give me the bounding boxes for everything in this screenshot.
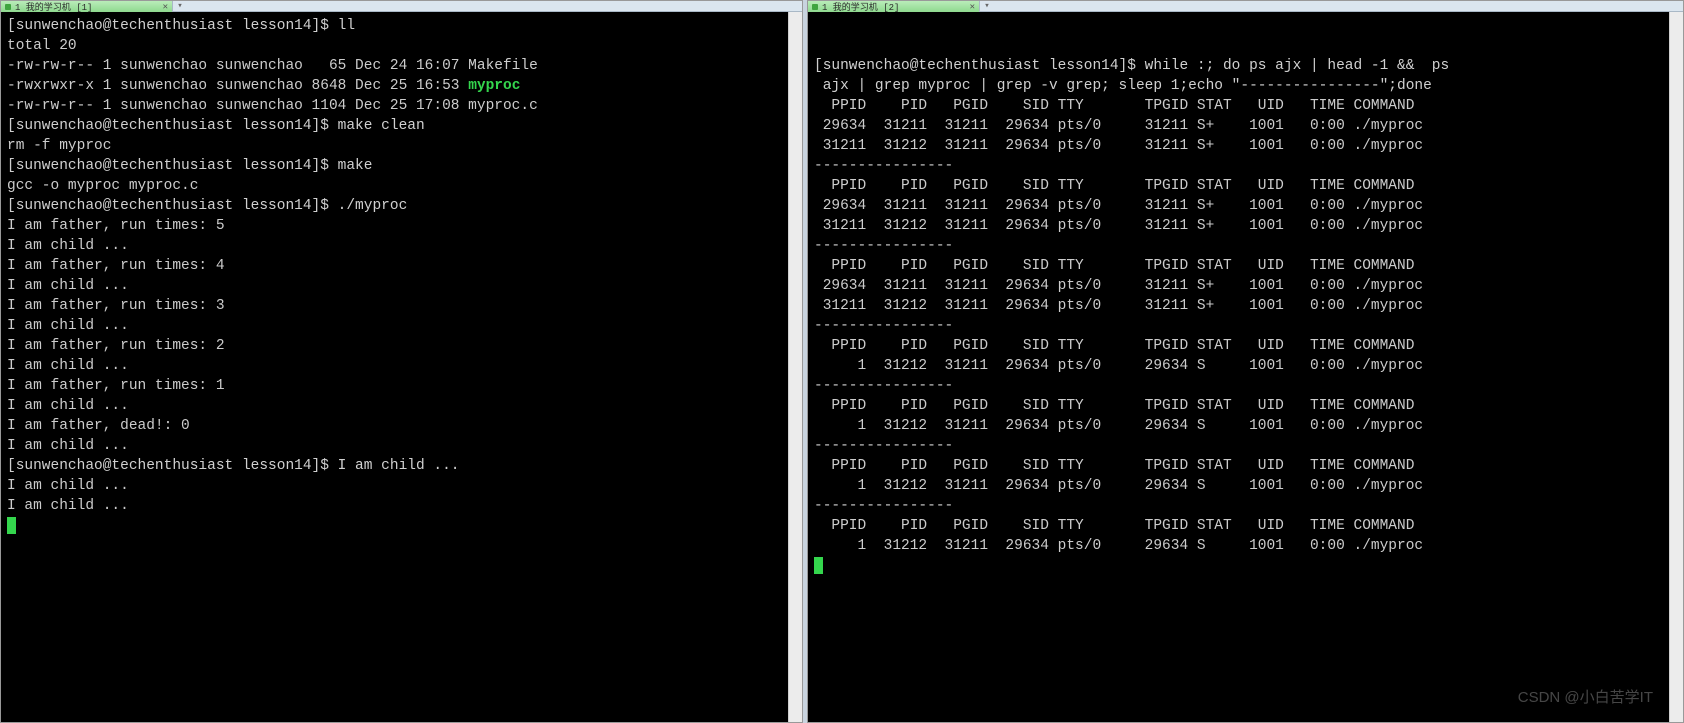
terminal-line: ---------------- bbox=[814, 236, 1663, 256]
terminal-line: ---------------- bbox=[814, 496, 1663, 516]
terminal-line: I am father, run times: 2 bbox=[7, 336, 782, 356]
desktop: 1 我的学习机 [1] ✕ ▾ [sunwenchao@techenthusia… bbox=[0, 0, 1684, 723]
titlebar-left: 1 我的学习机 [1] ✕ ▾ bbox=[1, 1, 802, 12]
watermark: CSDN @小白苦学IT bbox=[1518, 688, 1653, 708]
terminal-line: -rwxrwxr-x 1 sunwenchao sunwenchao 8648 … bbox=[7, 76, 782, 96]
terminal-line: I am father, run times: 3 bbox=[7, 296, 782, 316]
terminal-line: PPID PID PGID SID TTY TPGID STAT UID TIM… bbox=[814, 516, 1663, 536]
close-icon[interactable]: ✕ bbox=[163, 2, 168, 12]
terminal-right[interactable]: [sunwenchao@techenthusiast lesson14]$ wh… bbox=[808, 12, 1669, 722]
terminal-line: total 20 bbox=[7, 36, 782, 56]
terminal-line: 31211 31212 31211 29634 pts/0 31211 S+ 1… bbox=[814, 136, 1663, 156]
tab-left[interactable]: 1 我的学习机 [1] ✕ bbox=[1, 1, 173, 12]
terminal-left[interactable]: [sunwenchao@techenthusiast lesson14]$ ll… bbox=[1, 12, 788, 722]
terminal-line: PPID PID PGID SID TTY TPGID STAT UID TIM… bbox=[814, 256, 1663, 276]
tab-right[interactable]: 1 我的学习机 [2] ✕ bbox=[808, 1, 980, 12]
terminal-line: ---------------- bbox=[814, 376, 1663, 396]
terminal-line: I am child ... bbox=[7, 316, 782, 336]
add-tab-button[interactable]: ▾ bbox=[980, 1, 994, 11]
status-dot-icon bbox=[5, 4, 11, 10]
terminal-line: PPID PID PGID SID TTY TPGID STAT UID TIM… bbox=[814, 396, 1663, 416]
terminal-line bbox=[7, 516, 782, 536]
terminal-line: [sunwenchao@techenthusiast lesson14]$ ./… bbox=[7, 196, 782, 216]
terminal-line: ajx | grep myproc | grep -v grep; sleep … bbox=[814, 76, 1663, 96]
terminal-line: 1 31212 31211 29634 pts/0 29634 S 1001 0… bbox=[814, 476, 1663, 496]
terminal-window-left: 1 我的学习机 [1] ✕ ▾ [sunwenchao@techenthusia… bbox=[0, 0, 803, 723]
terminal-line: I am father, dead!: 0 bbox=[7, 416, 782, 436]
terminal-line: I am child ... bbox=[7, 496, 782, 516]
terminal-line: -rw-rw-r-- 1 sunwenchao sunwenchao 1104 … bbox=[7, 96, 782, 116]
terminal-line: PPID PID PGID SID TTY TPGID STAT UID TIM… bbox=[814, 176, 1663, 196]
terminal-line: ---------------- bbox=[814, 156, 1663, 176]
terminal-line: I am child ... bbox=[7, 396, 782, 416]
terminal-line: [sunwenchao@techenthusiast lesson14]$ ll bbox=[7, 16, 782, 36]
terminal-line bbox=[814, 556, 1663, 576]
terminal-line: 29634 31211 31211 29634 pts/0 31211 S+ 1… bbox=[814, 276, 1663, 296]
terminal-line: I am child ... bbox=[7, 276, 782, 296]
terminal-line: ---------------- bbox=[814, 316, 1663, 336]
terminal-line: [sunwenchao@techenthusiast lesson14]$ ma… bbox=[7, 156, 782, 176]
terminal-line: 1 31212 31211 29634 pts/0 29634 S 1001 0… bbox=[814, 536, 1663, 556]
scrollbar-right[interactable] bbox=[1669, 12, 1683, 722]
terminal-line: PPID PID PGID SID TTY TPGID STAT UID TIM… bbox=[814, 456, 1663, 476]
terminal-line: I am father, run times: 1 bbox=[7, 376, 782, 396]
terminal-line: 29634 31211 31211 29634 pts/0 31211 S+ 1… bbox=[814, 196, 1663, 216]
terminal-line: I am child ... bbox=[7, 356, 782, 376]
add-tab-button[interactable]: ▾ bbox=[173, 1, 187, 11]
terminal-line: ---------------- bbox=[814, 436, 1663, 456]
status-dot-icon bbox=[812, 4, 818, 10]
titlebar-right: 1 我的学习机 [2] ✕ ▾ bbox=[808, 1, 1683, 12]
terminal-line: PPID PID PGID SID TTY TPGID STAT UID TIM… bbox=[814, 96, 1663, 116]
terminal-line: [sunwenchao@techenthusiast lesson14]$ wh… bbox=[814, 56, 1663, 76]
terminal-line: 31211 31212 31211 29634 pts/0 31211 S+ 1… bbox=[814, 216, 1663, 236]
terminal-line: PPID PID PGID SID TTY TPGID STAT UID TIM… bbox=[814, 336, 1663, 356]
terminal-line: 29634 31211 31211 29634 pts/0 31211 S+ 1… bbox=[814, 116, 1663, 136]
terminal-line: I am child ... bbox=[7, 476, 782, 496]
close-icon[interactable]: ✕ bbox=[970, 2, 975, 12]
terminal-line: I am child ... bbox=[7, 236, 782, 256]
scrollbar-left[interactable] bbox=[788, 12, 802, 722]
terminal-line: I am child ... bbox=[7, 436, 782, 456]
terminal-line: I am father, run times: 4 bbox=[7, 256, 782, 276]
terminal-line: gcc -o myproc myproc.c bbox=[7, 176, 782, 196]
cursor bbox=[7, 517, 16, 534]
terminal-line: [sunwenchao@techenthusiast lesson14]$ ma… bbox=[7, 116, 782, 136]
cursor bbox=[814, 557, 823, 574]
terminal-line: -rw-rw-r-- 1 sunwenchao sunwenchao 65 De… bbox=[7, 56, 782, 76]
terminal-line: [sunwenchao@techenthusiast lesson14]$ I … bbox=[7, 456, 782, 476]
terminal-line: rm -f myproc bbox=[7, 136, 782, 156]
terminal-line: 31211 31212 31211 29634 pts/0 31211 S+ 1… bbox=[814, 296, 1663, 316]
terminal-line: 1 31212 31211 29634 pts/0 29634 S 1001 0… bbox=[814, 416, 1663, 436]
terminal-window-right: 1 我的学习机 [2] ✕ ▾ [sunwenchao@techenthusia… bbox=[807, 0, 1684, 723]
terminal-line: 1 31212 31211 29634 pts/0 29634 S 1001 0… bbox=[814, 356, 1663, 376]
terminal-line: I am father, run times: 5 bbox=[7, 216, 782, 236]
